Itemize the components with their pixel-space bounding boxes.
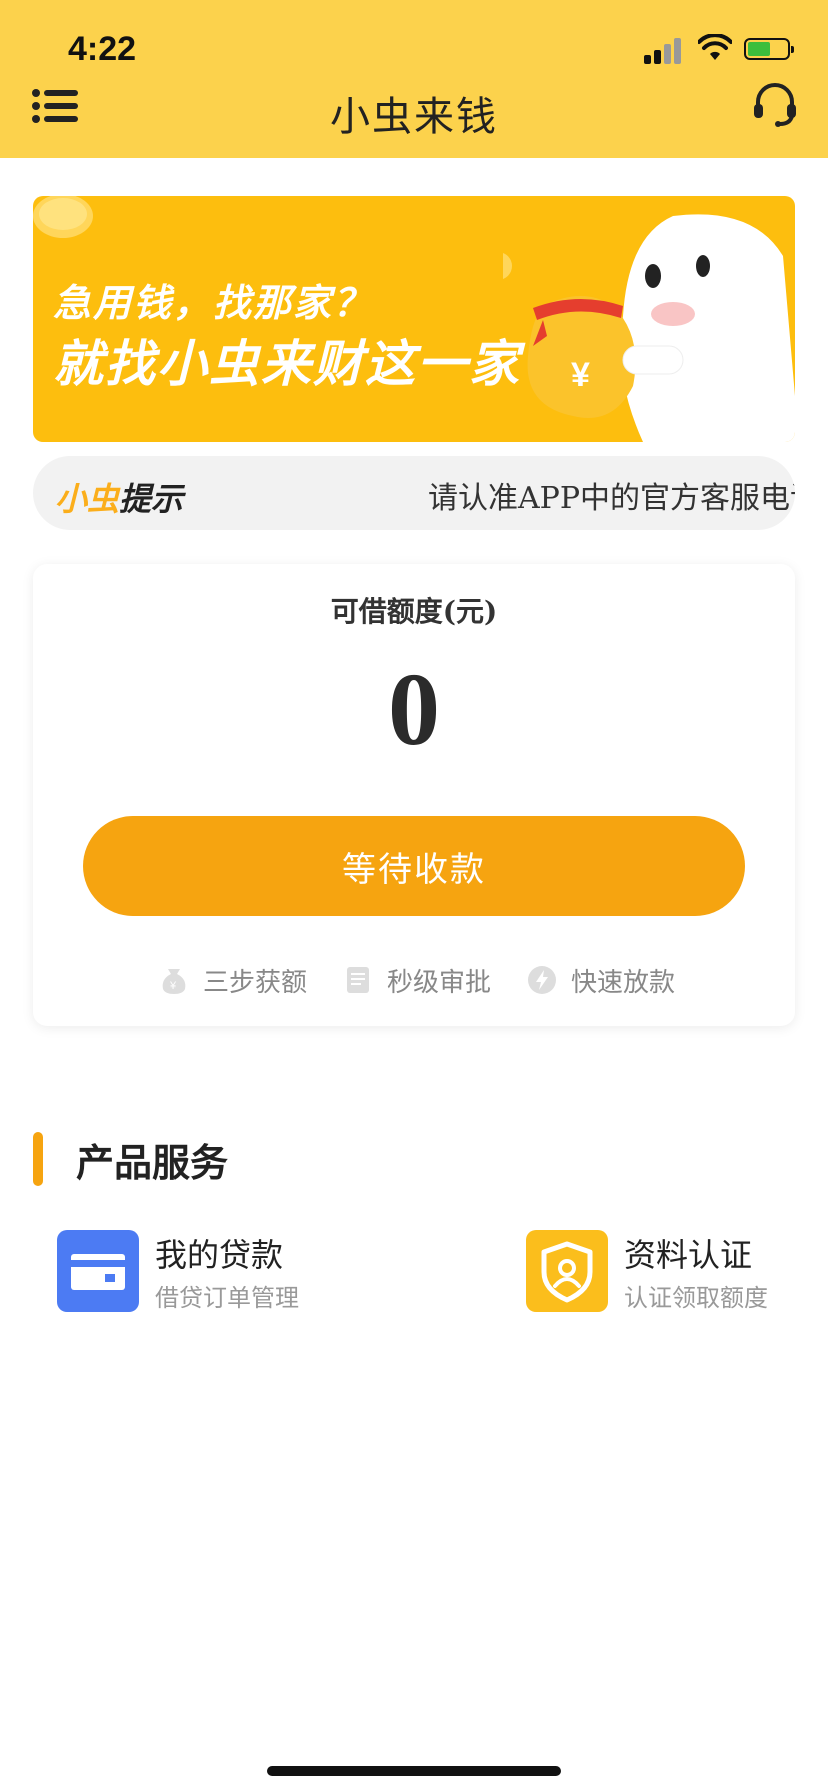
service-subtitle: 借贷订单管理 xyxy=(155,1284,299,1312)
feature-list: ¥ 三步获额 秒级审批 快速放款 xyxy=(33,960,795,1000)
notice-label: 小虫提示 xyxy=(55,474,183,520)
svg-text:¥: ¥ xyxy=(571,356,590,394)
feature-item: 秒级审批 xyxy=(343,960,491,1000)
notice-label-tip: 提示 xyxy=(119,480,184,518)
feature-label: 三步获额 xyxy=(203,967,308,998)
notice-marquee: 请认准APP中的官方客服电话 xyxy=(428,481,795,516)
signal-icon xyxy=(644,38,684,64)
feature-item: ¥ 三步获额 xyxy=(159,960,307,1000)
service-subtitle: 认证领取额度 xyxy=(624,1284,768,1312)
money-bag-icon: ¥ xyxy=(162,969,186,994)
credit-card-icon xyxy=(57,1230,139,1312)
notice-label-brand: 小虫 xyxy=(55,480,120,518)
await-payment-button[interactable]: 等待收款 xyxy=(83,816,745,916)
credit-card: 可借额度(元) 0 等待收款 ¥ 三步获额 秒级审批 快速放款 xyxy=(33,564,795,1026)
app-header: 4:22 小虫来钱 xyxy=(0,0,828,158)
feature-label: 快速放款 xyxy=(571,967,676,998)
service-name: 资料认证 xyxy=(624,1236,753,1274)
promo-banner[interactable]: 急用钱，找那家？ 就找小虫来财这一家 ¥ xyxy=(33,196,795,442)
document-icon xyxy=(347,967,369,993)
status-time: 4:22 xyxy=(68,30,137,68)
my-loans-item[interactable]: 我的贷款 借贷订单管理 xyxy=(57,1230,357,1314)
feature-item: 快速放款 xyxy=(527,960,675,1000)
shield-user-icon xyxy=(526,1230,608,1312)
status-icons xyxy=(644,34,794,64)
svg-text:¥: ¥ xyxy=(169,980,177,992)
credit-limit-label: 可借额度(元) xyxy=(330,595,498,628)
credit-limit-amount: 0 xyxy=(388,652,440,767)
section-title: 产品服务 xyxy=(76,1141,229,1185)
mascot-illustration: ¥ xyxy=(503,214,795,442)
lightning-icon xyxy=(528,966,556,994)
home-indicator[interactable] xyxy=(267,1766,561,1776)
banner-headline: 急用钱，找那家？ xyxy=(53,281,374,325)
banner-slogan: 就找小虫来财这一家 xyxy=(53,335,521,393)
notice-bar: 小虫提示 请认准APP中的官方客服电话 xyxy=(33,456,795,530)
customer-service-icon[interactable] xyxy=(752,82,798,128)
wifi-icon xyxy=(698,34,732,60)
battery-icon xyxy=(744,38,794,60)
feature-label: 秒级审批 xyxy=(387,967,492,998)
coin-decoration-icon xyxy=(33,196,93,238)
verification-item[interactable]: 资料认证 认证领取额度 xyxy=(526,1230,786,1314)
service-name: 我的贷款 xyxy=(155,1236,284,1274)
section-accent-bar xyxy=(33,1132,43,1186)
page-title: 小虫来钱 xyxy=(330,94,498,140)
